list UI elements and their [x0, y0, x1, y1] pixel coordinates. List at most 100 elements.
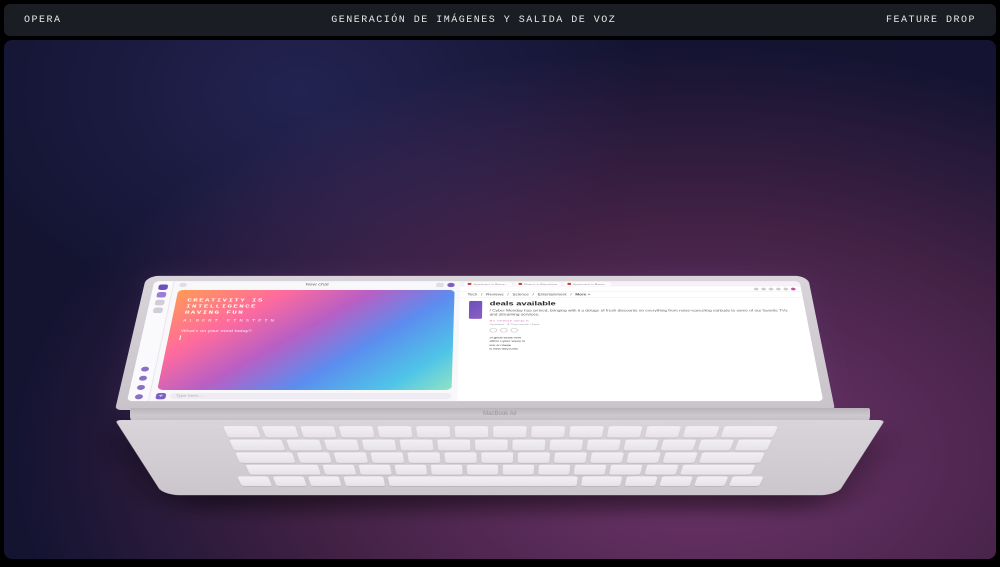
toolbar-icon[interactable] — [783, 288, 788, 291]
keyboard — [159, 426, 842, 486]
comment-icon[interactable] — [510, 328, 518, 333]
keyboard-key — [466, 465, 498, 475]
laptop-model-label: MacBook Air — [483, 411, 517, 417]
rail-workspace-icon[interactable] — [138, 376, 147, 381]
chat-input-row: + Type here... — [149, 391, 458, 401]
webpage-panel: Apartment in Barce... Charco in Barcelon… — [457, 281, 823, 401]
article-card: deals available / Cyber Monday has arriv… — [458, 298, 814, 355]
laptop-screen-bezel: New chat CREATIVITY IS INTELLIGENCE HAVI… — [115, 276, 835, 410]
toolbar-profile-icon[interactable] — [791, 288, 796, 291]
keyboard-key — [444, 453, 477, 463]
keyboard-key — [554, 453, 587, 463]
chat-header: New chat — [173, 281, 460, 289]
keyboard-key — [415, 426, 450, 437]
keyboard-key — [734, 440, 771, 451]
keyboard-key — [663, 453, 698, 463]
keyboard-key — [644, 465, 678, 475]
rail-item-icon[interactable] — [154, 300, 165, 306]
toolbar-icon[interactable] — [754, 288, 759, 291]
related-link[interactable]: is best discounts — [489, 347, 803, 351]
nav-link[interactable]: Science — [512, 293, 529, 296]
keyboard-key — [323, 440, 359, 451]
browser-tab[interactable]: Charco in Barcelona — [514, 282, 560, 286]
article-title[interactable]: deals available — [490, 301, 796, 307]
article-related-links: of great deals here affirm Cyber Week is… — [489, 336, 803, 351]
keyboard-key — [338, 426, 374, 437]
hero-quote-line: HAVING FUN — [184, 310, 443, 316]
rail-workspace-icon[interactable] — [140, 367, 149, 372]
keyboard-key — [659, 477, 693, 486]
chat-hero-gradient: CREATIVITY IS INTELLIGENCE HAVING FUN AL… — [157, 290, 454, 390]
share-icon[interactable] — [490, 328, 498, 333]
rail-workspace-icon[interactable] — [134, 394, 143, 399]
keyboard-key — [660, 440, 696, 451]
keyboard-key — [334, 453, 369, 463]
nav-link[interactable]: Entertainment — [538, 293, 567, 296]
toolbar-icon[interactable] — [761, 288, 766, 291]
keyboard-key — [481, 453, 513, 463]
rail-home-icon[interactable] — [157, 284, 167, 289]
keyboard-key — [245, 465, 320, 475]
chat-input[interactable]: Type here... — [169, 393, 451, 399]
keyboard-key — [237, 477, 272, 486]
tab-favicon-icon — [468, 283, 472, 285]
rail-workspace-icon[interactable] — [136, 385, 145, 390]
hero-stage: New chat CREATIVITY IS INTELLIGENCE HAVI… — [4, 40, 996, 559]
toolbar-icon[interactable] — [776, 288, 781, 291]
save-icon[interactable] — [500, 328, 508, 333]
keyboard-key — [370, 453, 404, 463]
keyboard-key — [308, 477, 342, 486]
keyboard-key — [586, 440, 621, 451]
keyboard-key — [581, 477, 622, 486]
keyboard-key — [297, 453, 332, 463]
keyboard-key — [573, 465, 606, 475]
keyboard-key — [697, 440, 734, 451]
keyboard-key — [680, 465, 755, 475]
keyboard-key — [343, 477, 385, 486]
nav-link[interactable]: Reviews — [486, 293, 504, 296]
keyboard-key — [272, 477, 306, 486]
keyboard-key — [568, 426, 603, 437]
nav-link[interactable]: Tech — [467, 293, 477, 296]
keyboard-key — [222, 426, 260, 437]
nav-more-link[interactable]: More + — [575, 293, 590, 296]
keyboard-key — [623, 440, 658, 451]
tab-favicon-icon — [567, 283, 571, 285]
keyboard-key — [387, 477, 577, 486]
page-header: OPERA GENERACIÓN DE IMÁGENES Y SALIDA DE… — [4, 4, 996, 36]
keyboard-key — [502, 465, 534, 475]
keyboard-key — [399, 440, 433, 451]
keyboard-key — [229, 440, 285, 451]
keyboard-key — [286, 440, 322, 451]
article-thumbnail — [469, 301, 482, 319]
article-meta: Updated · 8 Comments / New — [490, 323, 799, 326]
keyboard-key — [606, 426, 642, 437]
browser-tab[interactable]: Apartment in Barce... — [464, 282, 512, 286]
laptop-mockup: New chat CREATIVITY IS INTELLIGENCE HAVI… — [115, 180, 885, 559]
keyboard-key — [430, 465, 462, 475]
keyboard-key — [626, 453, 660, 463]
keyboard-key — [300, 426, 337, 437]
keyboard-key — [261, 426, 299, 437]
rail-aria-icon[interactable] — [156, 292, 167, 297]
chat-menu-icon[interactable] — [179, 283, 187, 287]
keyboard-key — [518, 453, 550, 463]
article-actions — [490, 328, 801, 333]
keyboard-key — [358, 465, 391, 475]
keyboard-key — [644, 426, 680, 437]
chat-expand-icon[interactable] — [436, 283, 444, 287]
keyboard-key — [720, 426, 778, 437]
chat-new-icon[interactable] — [447, 283, 455, 287]
add-attachment-button[interactable]: + — [155, 393, 166, 399]
rail-item-icon[interactable] — [152, 308, 163, 314]
tab-favicon-icon — [518, 283, 522, 285]
cursor-icon — [179, 335, 181, 340]
brand-label: OPERA — [24, 15, 62, 26]
laptop-keyboard-deck — [115, 420, 885, 495]
toolbar-icon[interactable] — [768, 288, 773, 291]
browser-tab[interactable]: Apartment in Barce... — [563, 282, 611, 286]
keyboard-key — [377, 426, 412, 437]
keyboard-key — [694, 477, 728, 486]
header-title: GENERACIÓN DE IMÁGENES Y SALIDA DE VOZ — [331, 15, 616, 26]
keyboard-key — [512, 440, 545, 451]
